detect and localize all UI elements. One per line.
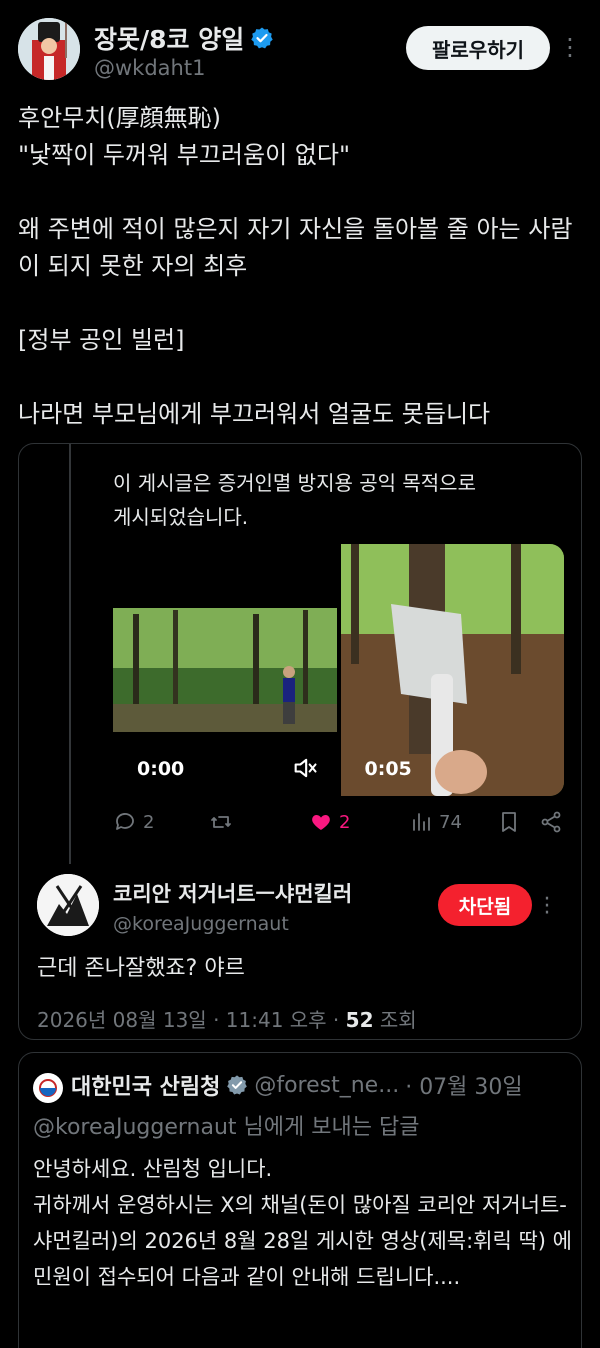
gov-author-handle[interactable]: @forest_ne... <box>254 1073 399 1098</box>
blocked-button[interactable]: 차단됨 <box>438 884 532 926</box>
share-action[interactable] <box>539 810 563 834</box>
post-views-count: 52 <box>345 1008 374 1032</box>
video-1[interactable]: 0:00 <box>113 544 337 796</box>
display-name[interactable]: 장못/8코 양일 <box>94 20 244 56</box>
views-count: 74 <box>439 811 462 833</box>
quote-card[interactable]: 이 게시글은 증거인멸 방지용 공익 목적으로 게시되었습니다. 0:00 0:… <box>18 443 582 1040</box>
verified-badge-icon <box>251 27 273 49</box>
like-count: 2 <box>339 811 351 833</box>
action-bar: 2 2 74 <box>113 810 568 840</box>
tweet-header: 장못/8코 양일 @wkdaht1 팔로우하기 · · · <box>18 16 584 86</box>
video-2-time: 0:05 <box>364 758 412 780</box>
reply-action[interactable]: 2 <box>113 810 154 834</box>
share-icon <box>541 811 561 833</box>
views-action[interactable]: 74 <box>409 810 462 834</box>
bookmark-icon <box>502 812 516 832</box>
post-meta: 2026년 08월 13일 · 11:41 오후 · 52 조회 <box>37 1004 417 1033</box>
reply-to-label[interactable]: @koreaJuggernaut 님에게 보내는 답글 <box>33 1109 419 1141</box>
gov-logo-icon <box>33 1073 63 1103</box>
more-options-icon[interactable]: · · · <box>563 28 577 68</box>
gov-author-row: 대한민국 산림청 @forest_ne... · 07월 30일 <box>71 1069 523 1101</box>
reply-more-icon[interactable]: · · · <box>542 889 552 925</box>
name-row: 장못/8코 양일 <box>94 20 274 56</box>
quote-text: 이 게시글은 증거인멸 방지용 공익 목적으로 게시되었습니다. <box>113 471 476 529</box>
reply-text: 근데 존나잘했죠? 야르 <box>37 956 245 981</box>
repost-action[interactable] <box>209 810 239 834</box>
post-date[interactable]: 2026년 08월 13일 · 11:41 오후 · <box>37 1008 346 1032</box>
video-1-time: 0:00 <box>137 758 185 780</box>
reply-count: 2 <box>143 811 155 833</box>
video-2[interactable]: 0:05 <box>340 544 564 796</box>
post-views-label: 조회 <box>373 1008 417 1032</box>
thread-line <box>69 444 71 864</box>
gov-verified-badge-icon <box>227 1075 248 1095</box>
reply-author-handle[interactable]: @koreaJuggernaut <box>113 913 289 935</box>
repost-icon <box>211 816 231 828</box>
tweet-text: 후안무치(厚顔無恥) "낯짝이 두꺼워 부끄러움이 없다" 왜 주변에 적이 많… <box>18 104 573 428</box>
like-action[interactable]: 2 <box>309 810 350 834</box>
reply-card[interactable]: 대한민국 산림청 @forest_ne... · 07월 30일 @koreaJ… <box>18 1052 582 1348</box>
follow-button[interactable]: 팔로우하기 <box>406 26 550 70</box>
handle[interactable]: @wkdaht1 <box>94 56 205 80</box>
reply-avatar[interactable] <box>37 874 99 936</box>
gov-post-date[interactable]: · 07월 30일 <box>405 1069 522 1101</box>
gov-author-name[interactable]: 대한민국 산림청 <box>71 1069 220 1101</box>
reply-icon <box>116 813 134 830</box>
mute-icon[interactable] <box>291 754 319 782</box>
reply-body-text: 안녕하세요. 산림청 입니다. 귀하께서 운영하시는 X의 채널(돈이 많아질 … <box>33 1157 572 1289</box>
reply-author-name[interactable]: 코리안 저거너트ㅡ샤먼킬러 <box>113 878 352 908</box>
bookmark-action[interactable] <box>497 810 521 834</box>
views-icon <box>413 813 430 831</box>
media-grid: 0:00 0:05 <box>113 544 564 796</box>
avatar[interactable] <box>18 18 80 80</box>
heart-icon <box>312 815 330 830</box>
